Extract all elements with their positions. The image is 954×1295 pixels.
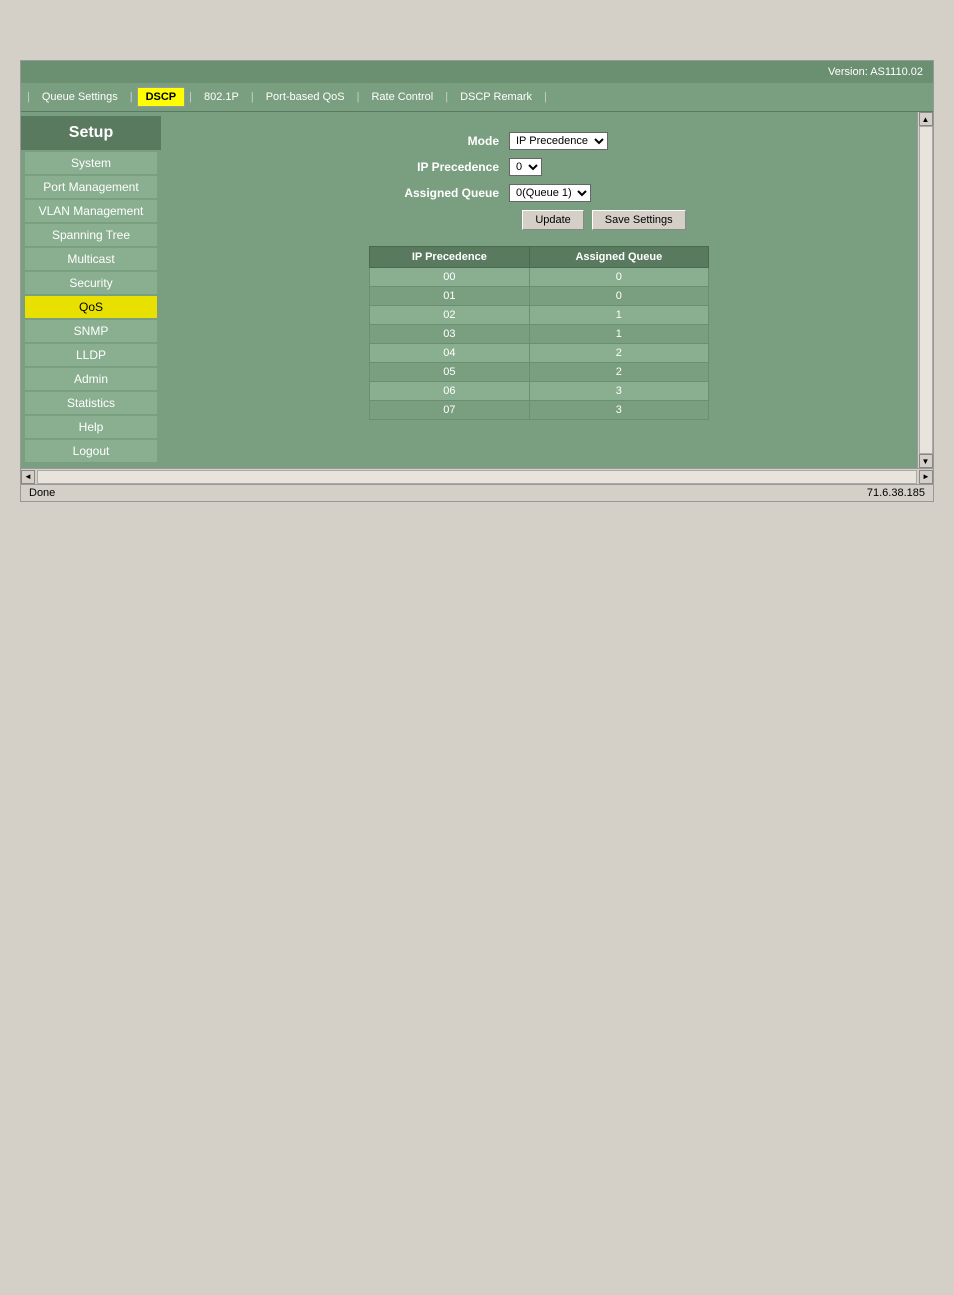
tab-bar: | Queue Settings | DSCP | 802.1P | Port-… [21, 83, 933, 112]
tab-rate-control[interactable]: Rate Control [363, 88, 441, 106]
table-row: 031 [370, 325, 709, 344]
tab-queue-settings[interactable]: Queue Settings [34, 88, 126, 106]
scroll-down-arrow[interactable]: ▼ [919, 454, 933, 468]
ip-value: 02 [370, 306, 530, 325]
scroll-track[interactable] [919, 126, 933, 454]
col-assigned-queue-header: Assigned Queue [529, 247, 708, 268]
col-ip-precedence-header: IP Precedence [370, 247, 530, 268]
table-row: 000 [370, 268, 709, 287]
queue-value: 2 [529, 363, 708, 382]
queue-value: 2 [529, 344, 708, 363]
queue-value: 3 [529, 382, 708, 401]
scroll-right-arrow[interactable]: ► [919, 470, 933, 484]
content-area: Mode IP Precedence DSCP IP Precedence 0 … [161, 112, 917, 468]
assigned-queue-row: Assigned Queue 0(Queue 1) 1(Queue 2) 2(Q… [369, 184, 709, 202]
ip-value: 04 [370, 344, 530, 363]
update-button[interactable]: Update [522, 210, 583, 230]
table-wrapper: IP Precedence Assigned Queue 00001002103… [181, 246, 897, 420]
horizontal-scrollbar[interactable]: ◄ ► [21, 468, 933, 484]
sidebar-item-spanning-tree[interactable]: Spanning Tree [25, 224, 157, 246]
sidebar-item-system[interactable]: System [25, 152, 157, 174]
sidebar-item-logout[interactable]: Logout [25, 440, 157, 462]
queue-value: 1 [529, 325, 708, 344]
tab-port-based-qos[interactable]: Port-based QoS [258, 88, 353, 106]
ip-value: 07 [370, 401, 530, 420]
tab-dscp-remark[interactable]: DSCP Remark [452, 88, 540, 106]
queue-value: 1 [529, 306, 708, 325]
form-section: Mode IP Precedence DSCP IP Precedence 0 … [181, 132, 897, 230]
table-row: 063 [370, 382, 709, 401]
sidebar-item-snmp[interactable]: SNMP [25, 320, 157, 342]
ip-value: 00 [370, 268, 530, 287]
sidebar-item-admin[interactable]: Admin [25, 368, 157, 390]
sidebar-item-help[interactable]: Help [25, 416, 157, 438]
status-right: 71.6.38.185 [867, 487, 925, 499]
sidebar-item-lldp[interactable]: LLDP [25, 344, 157, 366]
ip-precedence-row: IP Precedence 0 1 2 3 4 5 6 7 [369, 158, 709, 176]
scrollbar-right[interactable]: ▲ ▼ [917, 112, 933, 468]
ip-precedence-control: 0 1 2 3 4 5 6 7 [509, 158, 542, 176]
scroll-left-arrow[interactable]: ◄ [21, 470, 35, 484]
scroll-up-arrow[interactable]: ▲ [919, 112, 933, 126]
ip-precedence-select[interactable]: 0 1 2 3 4 5 6 7 [509, 158, 542, 176]
button-row: Update Save Settings [369, 210, 709, 230]
table-row: 010 [370, 287, 709, 306]
tab-separator-3: | [189, 91, 192, 103]
sidebar-item-multicast[interactable]: Multicast [25, 248, 157, 270]
h-scroll-track[interactable] [37, 470, 917, 484]
ip-precedence-label: IP Precedence [369, 160, 499, 174]
sidebar-title: Setup [21, 116, 161, 150]
tab-separator-2: | [130, 91, 133, 103]
assigned-queue-label: Assigned Queue [369, 186, 499, 200]
ip-value: 05 [370, 363, 530, 382]
tab-separator-4: | [251, 91, 254, 103]
ip-queue-table: IP Precedence Assigned Queue 00001002103… [369, 246, 709, 420]
tab-8021p[interactable]: 802.1P [196, 88, 247, 106]
tab-dscp[interactable]: DSCP [137, 87, 186, 107]
queue-value: 0 [529, 268, 708, 287]
ip-value: 03 [370, 325, 530, 344]
tab-separator: | [27, 91, 30, 103]
mode-label: Mode [369, 134, 499, 148]
assigned-queue-select[interactable]: 0(Queue 1) 1(Queue 2) 2(Queue 3) 3(Queue… [509, 184, 591, 202]
sidebar-item-port-management[interactable]: Port Management [25, 176, 157, 198]
queue-value: 3 [529, 401, 708, 420]
sidebar: Setup System Port Management VLAN Manage… [21, 112, 161, 468]
version-bar: Version: AS1110.02 [21, 61, 933, 83]
table-row: 052 [370, 363, 709, 382]
mode-select[interactable]: IP Precedence DSCP [509, 132, 608, 150]
status-bar: Done 71.6.38.185 [21, 484, 933, 501]
mode-row: Mode IP Precedence DSCP [369, 132, 709, 150]
ip-value: 06 [370, 382, 530, 401]
sidebar-item-qos[interactable]: QoS [25, 296, 157, 318]
sidebar-item-statistics[interactable]: Statistics [25, 392, 157, 414]
table-row: 073 [370, 401, 709, 420]
ip-value: 01 [370, 287, 530, 306]
sidebar-item-security[interactable]: Security [25, 272, 157, 294]
tab-separator-6: | [445, 91, 448, 103]
table-row: 042 [370, 344, 709, 363]
tab-separator-5: | [357, 91, 360, 103]
sidebar-item-vlan-management[interactable]: VLAN Management [25, 200, 157, 222]
mode-control: IP Precedence DSCP [509, 132, 608, 150]
table-row: 021 [370, 306, 709, 325]
status-left: Done [29, 487, 55, 499]
save-settings-button[interactable]: Save Settings [592, 210, 686, 230]
version-text: Version: AS1110.02 [828, 66, 923, 78]
queue-value: 0 [529, 287, 708, 306]
assigned-queue-control: 0(Queue 1) 1(Queue 2) 2(Queue 3) 3(Queue… [509, 184, 591, 202]
tab-separator-7: | [544, 91, 547, 103]
